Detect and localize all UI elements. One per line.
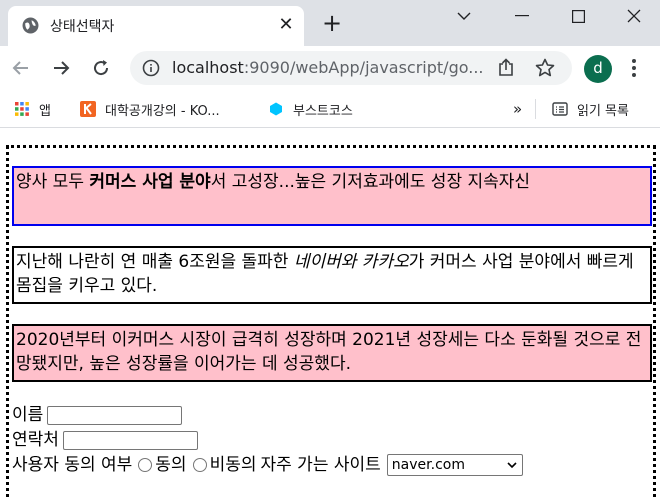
profile-avatar[interactable]: d xyxy=(584,55,612,83)
consent-label: 사용자 동의 여부 xyxy=(12,455,133,475)
contact-label: 연락처 xyxy=(12,430,59,450)
title-bar: 상태선택자 ✕ + xyxy=(0,0,660,46)
dotted-container: 양사 모두 커머스 사업 분야서 고성장...높은 기저효과에도 성장 지속자신… xyxy=(6,145,656,499)
browser-tab[interactable]: 상태선택자 ✕ xyxy=(8,6,304,46)
page-viewport: 양사 모두 커머스 사업 분야서 고성장...높은 기저효과에도 성장 지속자신… xyxy=(0,129,660,499)
name-input[interactable] xyxy=(47,405,183,425)
name-label: 이름 xyxy=(12,405,44,425)
new-tab-icon[interactable]: + xyxy=(320,11,344,36)
chevron-down-icon xyxy=(507,462,517,469)
site-label: 자주 가는 사이트 xyxy=(260,455,381,475)
bookmarks-bar: 앱 대학공개강의 - KO... 부스트코스 » 읽기 목록 xyxy=(0,90,660,128)
globe-icon xyxy=(22,17,39,34)
bookmarks-divider xyxy=(535,99,536,119)
maximize-icon[interactable] xyxy=(552,0,604,32)
agree-label: 동의 xyxy=(155,455,187,475)
disagree-label: 비동의 xyxy=(209,455,257,475)
contact-row: 연락처 xyxy=(12,429,198,451)
minimize-icon[interactable] xyxy=(496,0,548,32)
tab-title: 상태선택자 xyxy=(50,19,115,35)
more-menu-icon[interactable] xyxy=(624,56,644,80)
apps-grid-icon xyxy=(15,102,29,116)
reading-list-icon xyxy=(552,102,568,116)
contact-input[interactable] xyxy=(62,430,198,450)
kocw-logo-icon xyxy=(80,101,96,117)
name-row: 이름 xyxy=(12,404,183,426)
bookmark-kocw[interactable]: 대학공개강의 - KO... xyxy=(80,99,220,119)
reload-icon[interactable] xyxy=(88,55,114,81)
browser-toolbar: localhost:9090/webApp/javascript/go... d xyxy=(0,46,660,90)
tab-search-icon[interactable] xyxy=(438,0,490,32)
bold-text: 커머스 사업 분야 xyxy=(89,172,211,192)
url-text[interactable]: localhost:9090/webApp/javascript/go... xyxy=(172,58,502,77)
paragraph-3: 2020년부터 이커머스 시장이 급격히 성장하며 2021년 성장세는 다소 … xyxy=(12,324,652,382)
agree-radio[interactable] xyxy=(138,458,153,472)
paragraph-1: 양사 모두 커머스 사업 분야서 고성장...높은 기저효과에도 성장 지속자신 xyxy=(12,166,652,226)
disagree-radio[interactable] xyxy=(192,458,207,472)
window-close-icon[interactable] xyxy=(608,0,660,32)
site-select[interactable]: naver.com xyxy=(386,454,523,476)
share-icon[interactable] xyxy=(496,58,516,78)
bookmark-boostcourse[interactable]: 부스트코스 xyxy=(268,99,353,119)
apps-bookmark[interactable]: 앱 xyxy=(14,99,51,119)
consent-row: 사용자 동의 여부 동의 비동의 자주 가는 사이트 naver.com xyxy=(12,454,523,476)
reading-list-button[interactable]: 읽기 목록 xyxy=(552,99,629,119)
paragraph-2: 지난해 나란히 연 매출 6조원을 돌파한 네이버와 카카오가 커머스 사업 분… xyxy=(12,246,652,304)
close-tab-icon[interactable]: ✕ xyxy=(276,15,296,35)
back-icon[interactable] xyxy=(8,55,34,81)
forward-icon[interactable] xyxy=(48,55,74,81)
italic-text: 네이버와 카카오 xyxy=(293,252,409,272)
address-bar[interactable]: localhost:9090/webApp/javascript/go... xyxy=(130,51,572,85)
site-info-icon[interactable] xyxy=(142,59,160,77)
bookmark-star-icon[interactable] xyxy=(534,57,556,79)
boostcourse-logo-icon xyxy=(270,102,282,116)
bookmarks-overflow-button[interactable]: » xyxy=(513,99,522,119)
